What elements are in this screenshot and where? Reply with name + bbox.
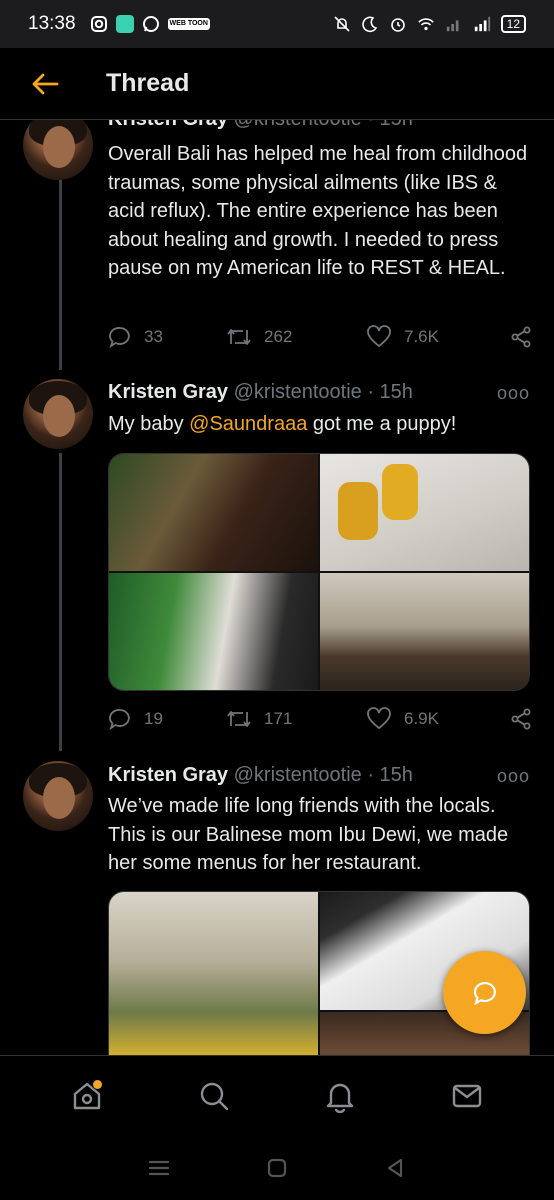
more-options-button[interactable]: ooo (497, 766, 530, 787)
moon-icon (361, 16, 377, 33)
compose-button[interactable] (443, 951, 526, 1034)
retweet-count: 262 (264, 327, 293, 346)
instagram-icon (90, 16, 107, 32)
thread-connector (59, 453, 62, 751)
share-icon (511, 708, 531, 730)
status-time: 13:38 (28, 13, 76, 34)
author-name[interactable]: Kristen Gray (108, 381, 228, 403)
avatar[interactable] (23, 761, 93, 831)
photo[interactable] (109, 573, 318, 690)
thread-header: Thread (0, 48, 554, 120)
signal-strong-icon (474, 16, 490, 32)
author-name[interactable]: Kristen Gray (108, 120, 228, 130)
photo[interactable] (109, 454, 318, 571)
author-handle[interactable]: @kristentootie (234, 764, 362, 786)
webtoon-icon: WEB TOON (167, 18, 210, 30)
bell-icon (327, 1083, 354, 1113)
mail-icon (452, 1084, 481, 1107)
tweet-header: Kristen Gray @kristentootie · 15h (108, 381, 413, 404)
author-name[interactable]: Kristen Gray (108, 764, 228, 786)
photo[interactable] (320, 454, 529, 571)
reply-button[interactable]: 19 (108, 707, 226, 731)
system-navigation (0, 1135, 554, 1200)
author-handle[interactable]: @kristentootie (234, 381, 362, 403)
page-title: Thread (106, 69, 190, 97)
avatar[interactable] (23, 379, 93, 449)
alarm-icon (390, 18, 405, 32)
tweet-text-part: My baby (108, 413, 190, 435)
share-button[interactable] (509, 707, 533, 731)
like-button[interactable]: 7.6K (366, 325, 506, 349)
share-icon (511, 326, 531, 348)
status-bar: 13:38 WEB TOON 12 (0, 0, 554, 48)
thread-connector (59, 176, 62, 370)
menu-icon[interactable] (146, 1157, 172, 1179)
heart-icon (367, 707, 391, 730)
search-icon (200, 1082, 228, 1110)
mention-link[interactable]: @Saundraaa (189, 413, 307, 435)
tweet-text: We’ve made life long friends with the lo… (108, 795, 509, 874)
arrow-left-icon (32, 73, 59, 94)
app-notification-icon (115, 15, 134, 33)
tweet-text: My baby @Saundraaa got me a puppy! (108, 410, 533, 439)
status-app-icons: WEB TOON (90, 15, 210, 33)
status-system-icons: 12 (333, 15, 526, 33)
tweet-actions: 33 262 7.6K (108, 320, 533, 354)
wifi-icon (417, 18, 434, 31)
reply-count: 19 (144, 709, 163, 728)
tweet-text-part: got me a puppy! (307, 413, 457, 435)
media-grid (108, 453, 530, 691)
compose-comment-icon (473, 981, 496, 1005)
reply-count: 33 (144, 327, 163, 346)
like-button[interactable]: 6.9K (366, 707, 506, 731)
home-square-icon[interactable] (264, 1155, 290, 1181)
share-button[interactable] (509, 325, 533, 349)
thread-feed[interactable]: Kristen Gray @kristentootie · 15h Overal… (0, 120, 554, 1055)
retweet-icon (227, 329, 251, 345)
tweet-text: Overall Bali has helped me heal from chi… (108, 143, 528, 279)
back-button[interactable] (0, 48, 90, 120)
tweet-header: Kristen Gray @kristentootie · 15h (108, 120, 413, 131)
retweet-button[interactable]: 262 (226, 326, 366, 348)
comment-icon (109, 327, 130, 349)
tweet-time: · 15h (367, 381, 413, 403)
bottom-navigation (0, 1055, 554, 1135)
whatsapp-icon (142, 16, 159, 32)
retweet-button[interactable]: 171 (226, 708, 366, 730)
tweet-header: Kristen Gray @kristentootie · 15h (108, 764, 413, 787)
retweet-count: 171 (264, 709, 293, 728)
photo[interactable] (320, 573, 529, 690)
nav-search[interactable] (184, 1066, 244, 1126)
like-count: 6.9K (404, 709, 439, 728)
tweet-actions: 19 171 6.9K (108, 702, 533, 736)
nav-messages[interactable] (437, 1066, 497, 1126)
tweet-time: · 15h (367, 764, 413, 786)
signal-icon (446, 20, 459, 32)
like-count: 7.6K (404, 327, 439, 346)
nav-home[interactable] (57, 1066, 117, 1126)
mute-icon (334, 16, 350, 32)
tweet-time: · 15h (367, 120, 413, 130)
battery-indicator: 12 (500, 15, 526, 33)
comment-icon (109, 709, 130, 731)
retweet-icon (227, 711, 251, 727)
author-handle[interactable]: @kristentootie (234, 120, 362, 130)
reply-button[interactable]: 33 (108, 325, 226, 349)
photo[interactable] (109, 892, 318, 1055)
avatar[interactable] (23, 120, 93, 180)
back-triangle-icon[interactable] (382, 1155, 408, 1181)
heart-icon (367, 325, 391, 348)
nav-notifications[interactable] (310, 1066, 370, 1126)
more-options-button[interactable]: ooo (497, 383, 530, 404)
notification-dot (93, 1079, 103, 1089)
